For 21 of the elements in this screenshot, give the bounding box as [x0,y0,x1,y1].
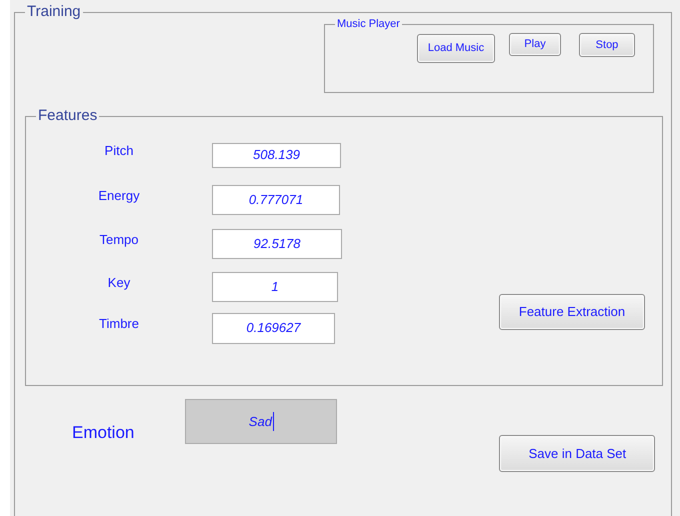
group-title: Music Player [336,18,401,31]
feature-label: Energy [98,186,140,205]
value-field[interactable]: 0.777071 [212,184,340,214]
group-title: Features [37,107,98,125]
save-button[interactable]: Save in Data Set [499,435,656,472]
emotion-value: Sad [248,412,274,432]
feature-label: Timbre [99,315,139,334]
feature-extraction-button[interactable]: Feature Extraction [499,294,645,330]
feature-label: Tempo [99,231,139,250]
emotion-label: Emotion [72,422,134,442]
emotion-field[interactable]: Sad [185,399,338,444]
feature-label: Pitch [104,142,134,160]
player-button[interactable]: Load Music [417,34,495,63]
value-field[interactable]: 508.139 [212,142,341,168]
value-field[interactable]: 92.5178 [212,229,342,259]
feature-label: Key [108,274,130,292]
value-field[interactable]: 0.169627 [212,312,335,344]
player-button[interactable]: Stop [579,33,635,57]
value-field[interactable]: 1 [212,272,338,302]
group-title: Training [26,3,82,21]
player-button[interactable]: Play [509,33,561,56]
